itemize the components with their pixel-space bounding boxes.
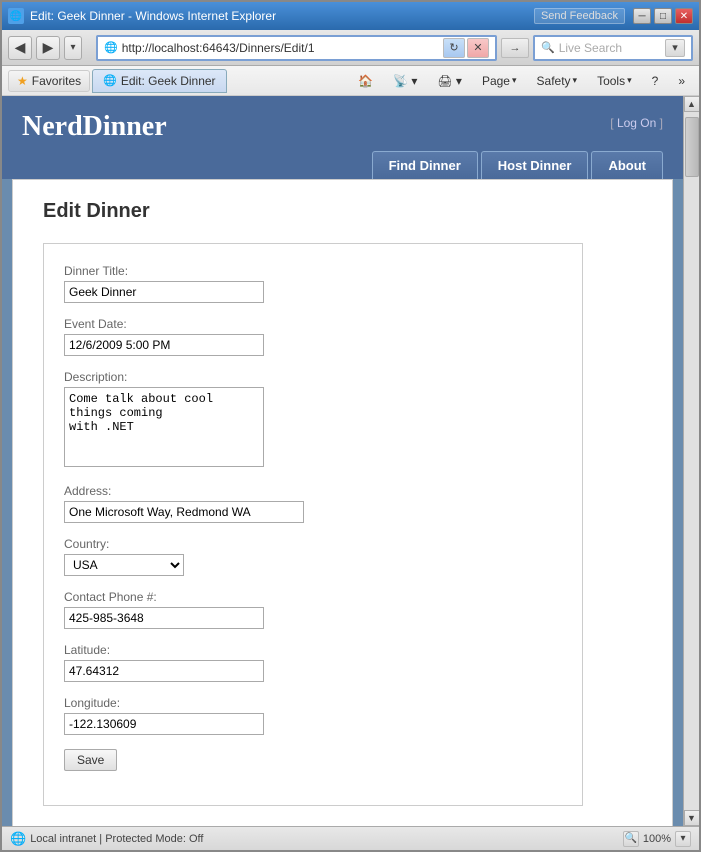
longitude-label: Longitude:: [64, 696, 562, 710]
address-bar[interactable]: 🌐 http://localhost:64643/Dinners/Edit/1 …: [96, 35, 497, 61]
menu-bar: ★ Favorites 🌐 Edit: Geek Dinner 🏠 📡 ▾ 🖨 …: [2, 66, 699, 96]
browser-tab[interactable]: 🌐 Edit: Geek Dinner: [92, 69, 226, 93]
address-label: Address:: [64, 484, 562, 498]
site-title: NerdDinner: [22, 111, 167, 143]
tools-menu[interactable]: Tools ▾: [589, 72, 640, 90]
send-feedback-link[interactable]: Send Feedback: [534, 8, 625, 24]
address-input[interactable]: [64, 501, 304, 523]
tab-title: Edit: Geek Dinner: [121, 74, 216, 88]
rss-button[interactable]: 📡 ▾: [385, 72, 425, 90]
overflow-button[interactable]: »: [670, 72, 693, 90]
latitude-input[interactable]: [64, 660, 264, 682]
description-group: Description:: [64, 370, 562, 470]
go-button[interactable]: →: [501, 38, 529, 58]
site-body: Edit Dinner Dinner Title: Event Date:: [12, 179, 673, 826]
edit-form: Dinner Title: Event Date: Description:: [43, 243, 583, 806]
contact-phone-input[interactable]: [64, 607, 264, 629]
status-bar: 🌐 Local intranet | Protected Mode: Off 🔍…: [2, 826, 699, 850]
event-date-input[interactable]: [64, 334, 264, 356]
help-button[interactable]: ?: [644, 72, 667, 90]
description-textarea[interactable]: [64, 387, 264, 467]
search-bar[interactable]: 🔍 Live Search ▾: [533, 35, 693, 61]
address-group: Address:: [64, 484, 562, 523]
scroll-down-button[interactable]: ▼: [684, 810, 700, 826]
close-button[interactable]: ✕: [675, 8, 693, 24]
dinner-title-input[interactable]: [64, 281, 264, 303]
zoom-button[interactable]: 🔍: [623, 831, 639, 847]
browser-icon: 🌐: [8, 8, 24, 24]
forward-button[interactable]: ▶: [36, 36, 60, 60]
status-text: Local intranet | Protected Mode: Off: [30, 833, 619, 845]
scrollbar[interactable]: ▲ ▼: [683, 96, 699, 826]
status-icon: 🌐: [10, 831, 26, 847]
event-date-group: Event Date:: [64, 317, 562, 356]
zoom-level: 100%: [643, 833, 671, 845]
site-nav: Find Dinner Host Dinner About: [2, 143, 683, 179]
page-menu[interactable]: Page ▾: [474, 72, 525, 90]
print-button[interactable]: 🖨 ▾: [429, 72, 470, 90]
tab-icon: 🌐: [103, 74, 117, 87]
safety-menu[interactable]: Safety ▾: [529, 72, 586, 90]
save-group: Save: [64, 749, 562, 771]
minimize-button[interactable]: ─: [633, 8, 651, 24]
description-label: Description:: [64, 370, 562, 384]
country-group: Country: USA UK Canada Australia: [64, 537, 562, 576]
favorites-star-icon: ★: [17, 74, 28, 88]
safety-chevron: ▾: [573, 75, 578, 86]
login-link[interactable]: Log On: [617, 116, 656, 130]
refresh-button[interactable]: ↻: [443, 38, 465, 58]
event-date-label: Event Date:: [64, 317, 562, 331]
search-placeholder: Live Search: [559, 41, 661, 55]
save-button[interactable]: Save: [64, 749, 117, 771]
longitude-input[interactable]: [64, 713, 264, 735]
live-search-icon: 🔍: [541, 41, 555, 54]
page-title: Edit Dinner: [43, 200, 642, 223]
latitude-group: Latitude:: [64, 643, 562, 682]
host-dinner-tab[interactable]: Host Dinner: [481, 151, 589, 179]
title-bar: 🌐 Edit: Geek Dinner - Windows Internet E…: [2, 2, 699, 30]
stop-button[interactable]: ✕: [467, 38, 489, 58]
contact-phone-group: Contact Phone #:: [64, 590, 562, 629]
navigation-bar: ◀ ▶ ▾ 🌐 http://localhost:64643/Dinners/E…: [2, 30, 699, 66]
longitude-group: Longitude:: [64, 696, 562, 735]
dropdown-button[interactable]: ▾: [64, 36, 82, 60]
search-go-button[interactable]: ▾: [665, 39, 685, 57]
page-chevron: ▾: [512, 75, 517, 86]
scroll-track[interactable]: [684, 112, 700, 810]
window-title: Edit: Geek Dinner - Windows Internet Exp…: [30, 9, 276, 23]
favorites-label: Favorites: [32, 74, 81, 88]
address-icon: 🌐: [104, 41, 118, 54]
home-button[interactable]: 🏠: [350, 72, 381, 90]
zoom-dropdown[interactable]: ▾: [675, 831, 691, 847]
find-dinner-tab[interactable]: Find Dinner: [372, 151, 478, 179]
page-inner: NerdDinner [ Log On ] Find Dinner Host D…: [2, 96, 683, 826]
about-tab[interactable]: About: [591, 151, 663, 179]
country-label: Country:: [64, 537, 562, 551]
address-text: http://localhost:64643/Dinners/Edit/1: [122, 41, 439, 55]
page-content: NerdDinner [ Log On ] Find Dinner Host D…: [2, 96, 699, 826]
scroll-up-button[interactable]: ▲: [684, 96, 700, 112]
dinner-title-group: Dinner Title:: [64, 264, 562, 303]
favorites-button[interactable]: ★ Favorites: [8, 70, 90, 92]
latitude-label: Latitude:: [64, 643, 562, 657]
back-button[interactable]: ◀: [8, 36, 32, 60]
tools-chevron: ▾: [627, 75, 632, 86]
restore-button[interactable]: □: [654, 8, 672, 24]
site-header: NerdDinner [ Log On ]: [2, 96, 683, 143]
dinner-title-label: Dinner Title:: [64, 264, 562, 278]
zoom-control: 🔍 100% ▾: [623, 831, 691, 847]
country-select[interactable]: USA UK Canada Australia: [64, 554, 184, 576]
contact-phone-label: Contact Phone #:: [64, 590, 562, 604]
scroll-thumb[interactable]: [685, 117, 699, 177]
